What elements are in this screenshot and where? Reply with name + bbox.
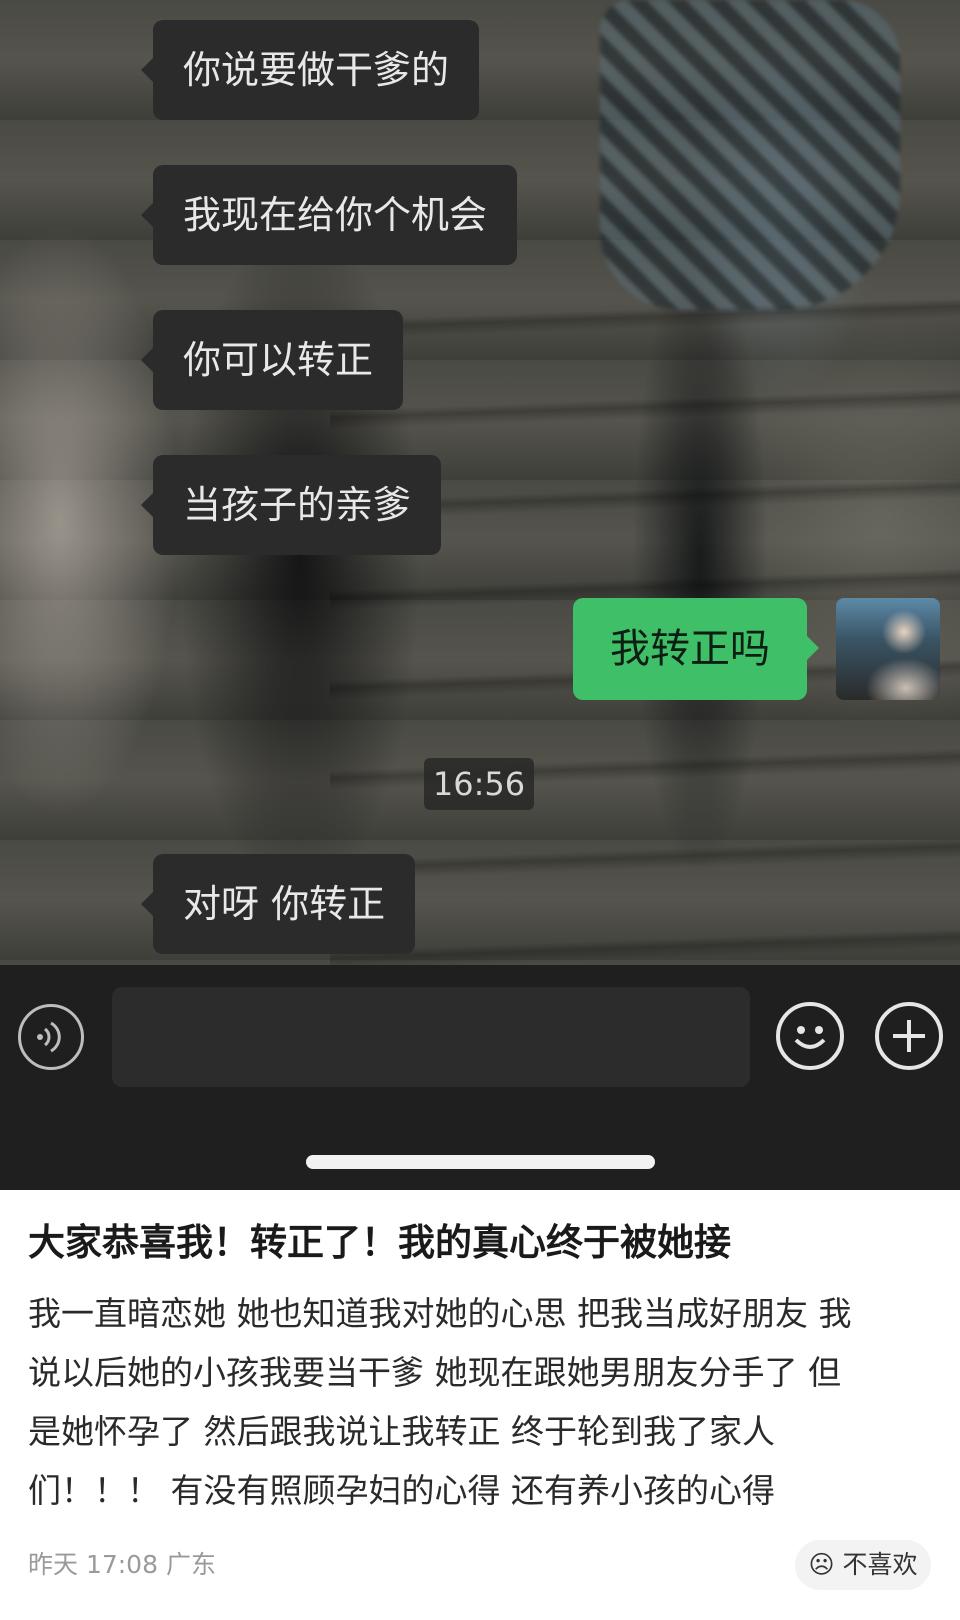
chat-screenshot: 你说要做干爹的 我现在给你个机会 你可以转正 当孩子的亲爹 我转正吗 16:56… xyxy=(0,0,960,1190)
post-body: 我一直暗恋她 她也知道我对她的心思 把我当成好朋友 我 说以后她的小孩我要当干爹… xyxy=(28,1284,938,1520)
message-input[interactable] xyxy=(112,987,750,1087)
post-body-line: 我一直暗恋她 她也知道我对她的心思 把我当成好朋友 我 xyxy=(28,1294,852,1333)
dislike-label: 不喜欢 xyxy=(842,1550,918,1579)
user-avatar[interactable] xyxy=(836,598,940,700)
incoming-message: 对呀 你转正 xyxy=(140,854,416,954)
voice-icon[interactable] xyxy=(18,1004,84,1070)
incoming-message: 你可以转正 xyxy=(140,310,404,410)
neutral-face-icon: ☹ xyxy=(808,1550,835,1579)
home-indicator[interactable] xyxy=(306,1155,655,1169)
outgoing-message: 我转正吗 xyxy=(573,598,819,700)
post-title[interactable]: 大家恭喜我！转正了！我的真心终于被她接 xyxy=(28,1218,938,1268)
message-timestamp: 16:56 xyxy=(424,758,534,810)
incoming-message: 你说要做干爹的 xyxy=(140,20,480,120)
incoming-message: 当孩子的亲爹 xyxy=(140,455,442,555)
post-meta: 昨天 17:08 广东 xyxy=(28,1550,216,1579)
emoji-icon[interactable] xyxy=(776,1002,844,1070)
post-body-line: 是她怀孕了 然后跟我说让我转正 终于轮到我了家人 xyxy=(28,1412,775,1451)
post-body-line: 们！！！ 有没有照顾孕妇的心得 还有养小孩的心得 xyxy=(28,1471,775,1510)
plus-icon[interactable] xyxy=(875,1002,943,1070)
post-body-line: 说以后她的小孩我要当干爹 她现在跟她男朋友分手了 但 xyxy=(28,1353,841,1392)
incoming-message: 我现在给你个机会 xyxy=(140,165,518,265)
dislike-button[interactable]: ☹ 不喜欢 xyxy=(795,1540,931,1590)
